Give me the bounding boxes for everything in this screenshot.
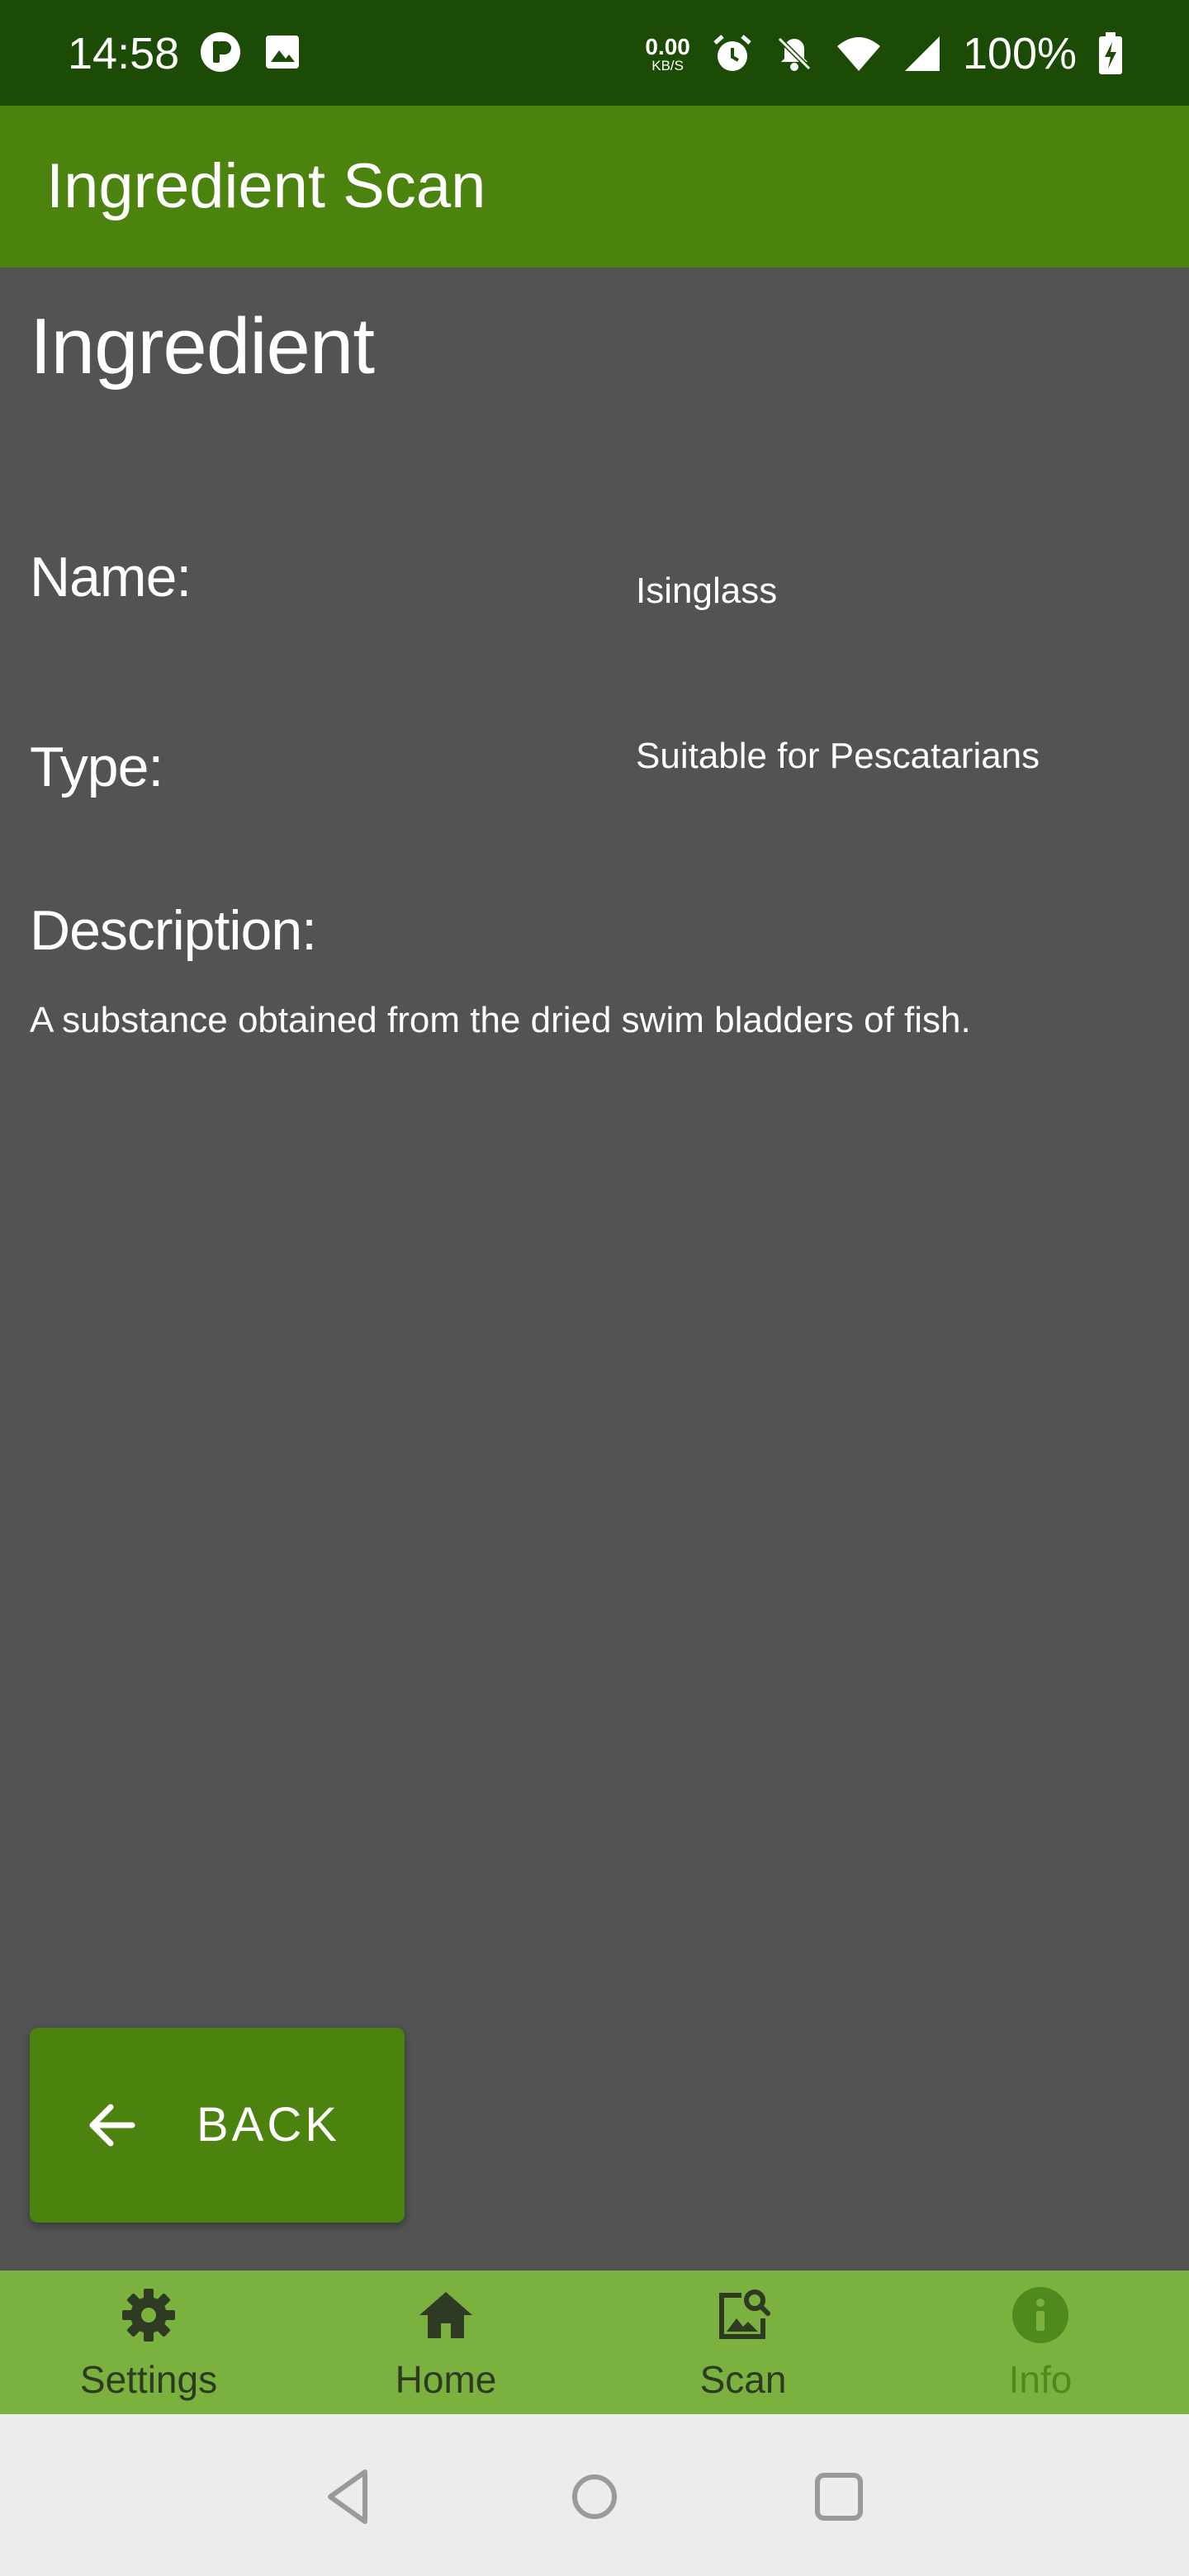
- home-icon: [419, 2292, 472, 2338]
- nav-label-info: Info: [1008, 2358, 1073, 2401]
- network-speed-unit: KB/S: [651, 57, 684, 73]
- status-time: 14:58: [68, 29, 180, 78]
- nav-label-settings: Settings: [79, 2358, 218, 2401]
- nav-label-scan: Scan: [699, 2358, 787, 2401]
- bell-off-icon: [777, 36, 811, 71]
- info-icon: [1012, 2287, 1068, 2343]
- back-button-label: BACK: [197, 2098, 340, 2152]
- system-nav-bar: [0, 2414, 1189, 2576]
- type-value: Suitable for Pescatarians: [636, 736, 1040, 776]
- app-bar: Ingredient Scan: [0, 106, 1189, 268]
- status-right-icons: 0.00 KB/S 100%: [645, 25, 1123, 83]
- battery-percent: 100%: [962, 29, 1077, 78]
- name-label: Name:: [30, 546, 192, 608]
- network-speed-value: 0.00: [645, 33, 690, 59]
- gear-icon: [122, 2289, 175, 2342]
- page-heading: Ingredient: [30, 302, 375, 391]
- bottom-nav: Settings Home Scan Info: [0, 2271, 1189, 2414]
- nav-item-info[interactable]: Info: [892, 2271, 1189, 2414]
- signal-icon: [904, 36, 940, 71]
- status-left-icons: [200, 31, 301, 73]
- recents-square-icon[interactable]: [806, 2464, 872, 2530]
- description-text: A substance obtained from the dried swim…: [30, 1000, 971, 1040]
- network-speed: 0.00 KB/S: [645, 33, 690, 73]
- status-bar: 14:58 0.00 KB/S 100%: [0, 0, 1189, 106]
- notification-app-icon: [201, 32, 240, 72]
- type-label: Type:: [30, 736, 163, 798]
- name-value: Isinglass: [636, 571, 778, 611]
- nav-label-home: Home: [395, 2358, 497, 2401]
- battery-charging-icon: [1099, 32, 1122, 74]
- nav-item-settings[interactable]: Settings: [0, 2271, 297, 2414]
- description-label: Description:: [30, 899, 317, 962]
- home-circle-icon[interactable]: [561, 2464, 628, 2530]
- nav-item-scan[interactable]: Scan: [594, 2271, 892, 2414]
- arrow-left-icon: [89, 2104, 135, 2147]
- wifi-icon: [836, 37, 880, 71]
- app-title: Ingredient Scan: [46, 151, 486, 221]
- image-search-icon: [719, 2290, 770, 2339]
- image-icon: [266, 36, 299, 69]
- back-triangle-icon[interactable]: [317, 2464, 383, 2530]
- back-button[interactable]: BACK: [30, 2028, 405, 2223]
- alarm-icon: [713, 35, 751, 71]
- nav-item-home[interactable]: Home: [297, 2271, 594, 2414]
